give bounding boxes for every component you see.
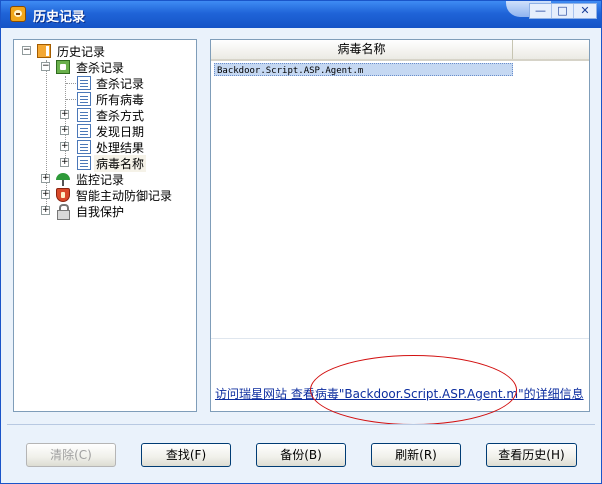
virus-list[interactable]: 病毒名称 Backdoor.Script.ASP.Agent.m 访问瑞星网站 …: [210, 39, 590, 412]
backup-button[interactable]: 备份(B): [256, 443, 346, 467]
tree-expander-root[interactable]: −: [22, 46, 31, 55]
tree-expander-scan[interactable]: −: [41, 62, 50, 71]
table-row[interactable]: Backdoor.Script.ASP.Agent.m: [214, 63, 513, 76]
minimize-icon[interactable]: —: [530, 4, 552, 18]
record-tree[interactable]: − 历史记录 − 查杀记录 查杀记录 所有病毒 + 查杀方式 + 发现日期 + …: [13, 39, 197, 412]
tree-expander-scan-method[interactable]: +: [60, 110, 69, 119]
tree-item-self-protect[interactable]: 自我保护: [76, 203, 124, 220]
tree-item-all-viruses[interactable]: 所有病毒: [96, 91, 144, 108]
tree-item-scan-log[interactable]: 查杀记录: [96, 75, 144, 92]
tree-item-root[interactable]: 历史记录: [57, 43, 105, 60]
tree-item-found-date[interactable]: 发现日期: [96, 123, 144, 140]
history-book-icon: [37, 44, 51, 58]
virus-name-cell: Backdoor.Script.ASP.Agent.m: [217, 66, 364, 76]
button-bar-separator: [7, 424, 595, 425]
tree-item-scan-method[interactable]: 查杀方式: [96, 107, 144, 124]
page-icon: [77, 156, 91, 170]
view-history-button[interactable]: 查看历史(H): [486, 443, 577, 467]
app-logo-icon: [10, 6, 26, 22]
tree-line: [66, 99, 76, 100]
maximize-icon[interactable]: □: [552, 4, 574, 18]
window-controls: — □ ✕: [529, 3, 597, 19]
find-button[interactable]: 查找(F): [141, 443, 231, 467]
tree-expander-found-date[interactable]: +: [60, 126, 69, 135]
tree-expander-result[interactable]: +: [60, 142, 69, 151]
history-window: 历史记录 — □ ✕ − 历史记录 − 查杀记录 查杀记录 所有病毒 + 查杀方…: [0, 0, 602, 484]
tree-expander-self-protect[interactable]: +: [41, 206, 50, 215]
virus-info-link[interactable]: 访问瑞星网站 查看病毒"Backdoor.Script.ASP.Agent.m"…: [215, 385, 584, 402]
tree-expander-monitor[interactable]: +: [41, 174, 50, 183]
window-title: 历史记录: [33, 10, 86, 25]
list-header: 病毒名称: [211, 40, 589, 61]
page-icon: [77, 140, 91, 154]
tree-line: [66, 83, 76, 84]
page-icon: [77, 76, 91, 90]
list-divider: [211, 338, 589, 339]
tree-item-result[interactable]: 处理结果: [96, 139, 144, 156]
clear-button[interactable]: 清除(C): [26, 443, 116, 467]
page-icon: [77, 92, 91, 106]
tree-item-defense[interactable]: 智能主动防御记录: [76, 187, 172, 204]
tree-line: [46, 60, 47, 210]
tree-item-monitor[interactable]: 监控记录: [76, 171, 124, 188]
shield-icon: [56, 188, 70, 202]
tree-item-virus-name[interactable]: 病毒名称: [94, 155, 147, 172]
tree-item-scan-record[interactable]: 查杀记录: [76, 59, 124, 76]
refresh-button[interactable]: 刷新(R): [371, 443, 461, 467]
tree-expander-virus-name[interactable]: +: [60, 158, 69, 167]
umbrella-icon: [56, 172, 70, 186]
tree-expander-defense[interactable]: +: [41, 190, 50, 199]
lock-icon: [56, 204, 70, 220]
close-icon[interactable]: ✕: [574, 4, 596, 18]
column-header-virus-name[interactable]: 病毒名称: [211, 40, 513, 59]
page-icon: [77, 108, 91, 122]
scan-record-icon: [56, 60, 70, 74]
title-bar[interactable]: 历史记录 — □ ✕: [1, 1, 601, 28]
page-icon: [77, 124, 91, 138]
